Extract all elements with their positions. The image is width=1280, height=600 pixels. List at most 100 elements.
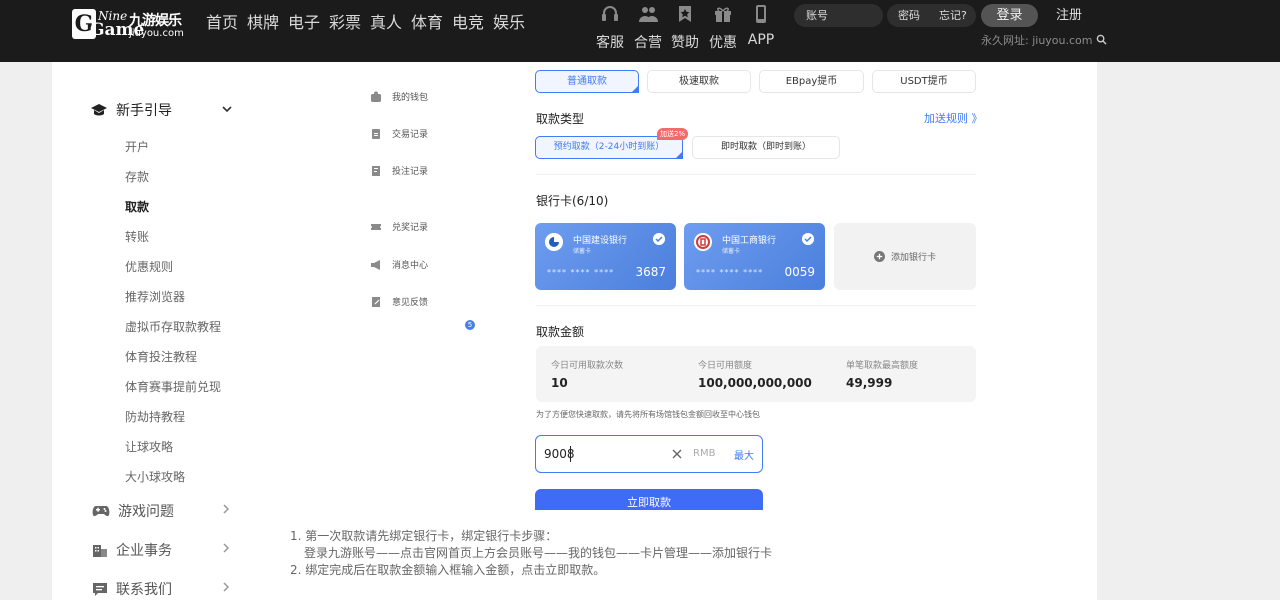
bonus-rules-link[interactable]: 加送规则 》 [924,110,983,126]
withdraw-notes: 1. 第一次取款请先绑定银行卡，绑定银行卡步骤： 登录九游账号——点击官网首页上… [290,528,772,579]
receipt-icon [372,128,380,139]
login-button[interactable]: 登录 [981,4,1038,27]
menu-redeem-records[interactable]: 兑奖记录 [370,220,428,233]
card-mask: **** **** **** [547,268,615,277]
card-last4: 3687 [635,265,666,279]
guide-item-anti-hijack[interactable]: 防劫持教程 [125,408,185,425]
partner-link[interactable]: 合营 [628,4,668,52]
divider [536,305,976,306]
bank-card-ccb[interactable]: 中国建设银行 储蓄卡 **** **** **** 3687 [535,223,676,290]
add-bank-card-button[interactable]: 添加银行卡 [834,223,976,290]
forgot-password-link[interactable]: 忘记? [939,4,967,27]
logo-cn: 九游娱乐 [129,13,182,29]
guide-item-deposit[interactable]: 存款 [125,168,149,185]
wallet-icon [371,91,381,102]
site-logo[interactable]: G Nine Game 九游娱乐 jiuyou.com [72,9,184,41]
withdraw-type-title: 取款类型 [536,112,585,126]
register-button[interactable]: 注册 [1044,4,1094,27]
max-amount-button[interactable]: 最大 [734,447,754,462]
password-input[interactable]: 密码 忘记? [887,4,976,27]
guide-item-promo-rules[interactable]: 优惠规则 [125,258,173,275]
menu-bet-records[interactable]: 投注记录 [370,164,428,177]
nav-esports[interactable]: 电竞 [452,12,493,34]
service-link[interactable]: 客服 [590,4,630,52]
nav-slots[interactable]: 电子 [288,12,329,34]
permanent-url-text: 永久网址: jiuyou.com [981,34,1093,47]
nav-lottery[interactable]: 彩票 [329,12,370,34]
note-line: 登录九游账号——点击官网首页上方会员账号——我的钱包——卡片管理——添加银行卡 [304,546,773,560]
menu-messages-label: 消息中心 [392,261,429,271]
section-contact-label: 联系我们 [116,582,172,598]
amount-input[interactable]: 9008 RMB 最大 [535,435,763,473]
guide-item-transfer[interactable]: 转账 [125,228,149,245]
divider [536,174,976,175]
guide-item-sports-bet[interactable]: 体育投注教程 [125,348,197,365]
guide-item-withdraw[interactable]: 取款 [125,198,149,215]
guide-item-handicap[interactable]: 让球攻略 [125,438,173,455]
menu-feedback[interactable]: 意见反馈 [370,295,428,308]
check-icon [653,233,665,245]
section-game-issues[interactable]: 游戏问题 [92,501,232,521]
submit-withdraw-button[interactable]: 立即取款 [535,489,763,510]
sponsor-link[interactable]: 赞助 [665,4,705,52]
note-line: 1. 第一次取款请先绑定银行卡，绑定银行卡步骤： [290,529,558,543]
nav-entertainment[interactable]: 娱乐 [493,12,534,34]
ccb-logo-icon [545,233,563,251]
nav-home[interactable]: 首页 [206,12,247,34]
message-count-badge: 5 [465,320,475,330]
bet-record-icon [372,165,380,176]
section-business-label: 企业事务 [116,543,172,559]
section-contact[interactable]: 联系我们 [92,579,232,599]
gift-icon [715,7,731,22]
bank-card-icbc[interactable]: 中国工商银行 储蓄卡 **** **** **** 0059 [684,223,825,290]
icbc-logo-icon [694,233,712,251]
tab-usdt[interactable]: USDT提币 [872,70,976,93]
menu-wallet[interactable]: 我的钱包 [370,90,428,103]
text-cursor [570,446,571,462]
tab-fast-withdraw[interactable]: 极速取款 [647,70,751,93]
menu-bet-records-label: 投注记录 [392,167,429,177]
nav-live[interactable]: 真人 [370,12,411,34]
megaphone-icon [371,259,380,270]
section-business[interactable]: 企业事务 [92,540,232,560]
menu-messages[interactable]: 消息中心 [370,258,428,271]
menu-transactions-label: 交易记录 [392,130,429,140]
limit-value: 100,000,000,000 [698,376,812,390]
help-sidebar: 新手引导 开户 存款 取款 转账 优惠规则 推荐浏览器 虚拟币存取款教程 体育投… [70,82,255,600]
note-line: 2. 绑定完成后在取款金额输入框输入金额，点击立即取款。 [290,563,606,577]
type-instant[interactable]: 即时取款（即时到账） [692,136,840,159]
chevron-right-icon [223,504,230,514]
add-bank-card-label: 添加银行卡 [890,253,936,263]
chevron-down-icon[interactable] [222,104,232,114]
partner-label: 合营 [634,35,662,51]
wallet-tip: 为了方便您快速取款，请先将所有场馆钱包金额回收至中心钱包 [536,410,760,419]
chat-icon [93,583,107,596]
menu-transactions[interactable]: 交易记录 [370,127,428,140]
card-type: 储蓄卡 [722,248,741,255]
app-label: APP [747,32,775,48]
app-link[interactable]: APP [741,4,781,48]
partner-icon [639,7,658,22]
graduation-cap-icon [91,104,107,116]
guide-item-open-account[interactable]: 开户 [125,138,149,155]
nav-chess[interactable]: 棋牌 [247,12,288,34]
promo-label: 优惠 [709,35,737,51]
gamepad-icon [92,506,110,517]
account-input[interactable]: 账号 [794,4,883,27]
logo-url: jiuyou.com [129,28,184,39]
bonus-badge: 加送2% [657,128,689,140]
guide-section-header[interactable]: 新手引导 [90,100,172,120]
clear-icon[interactable] [671,448,683,460]
menu-feedback-label: 意见反馈 [392,298,429,308]
guide-item-over-under[interactable]: 大小球攻略 [125,468,185,485]
service-label: 客服 [596,35,624,51]
tab-normal-withdraw[interactable]: 普通取款 [535,70,639,93]
tab-ebpay[interactable]: EBpay提币 [759,70,864,93]
guide-item-browser[interactable]: 推荐浏览器 [125,288,185,305]
limit-label: 单笔取款最高额度 [846,361,919,371]
search-icon [1096,34,1107,45]
nav-sports[interactable]: 体育 [411,12,452,34]
promo-link[interactable]: 优惠 [703,4,743,52]
guide-item-crypto[interactable]: 虚拟币存取款教程 [125,318,221,335]
guide-item-cashout[interactable]: 体育赛事提前兑现 [125,378,221,395]
